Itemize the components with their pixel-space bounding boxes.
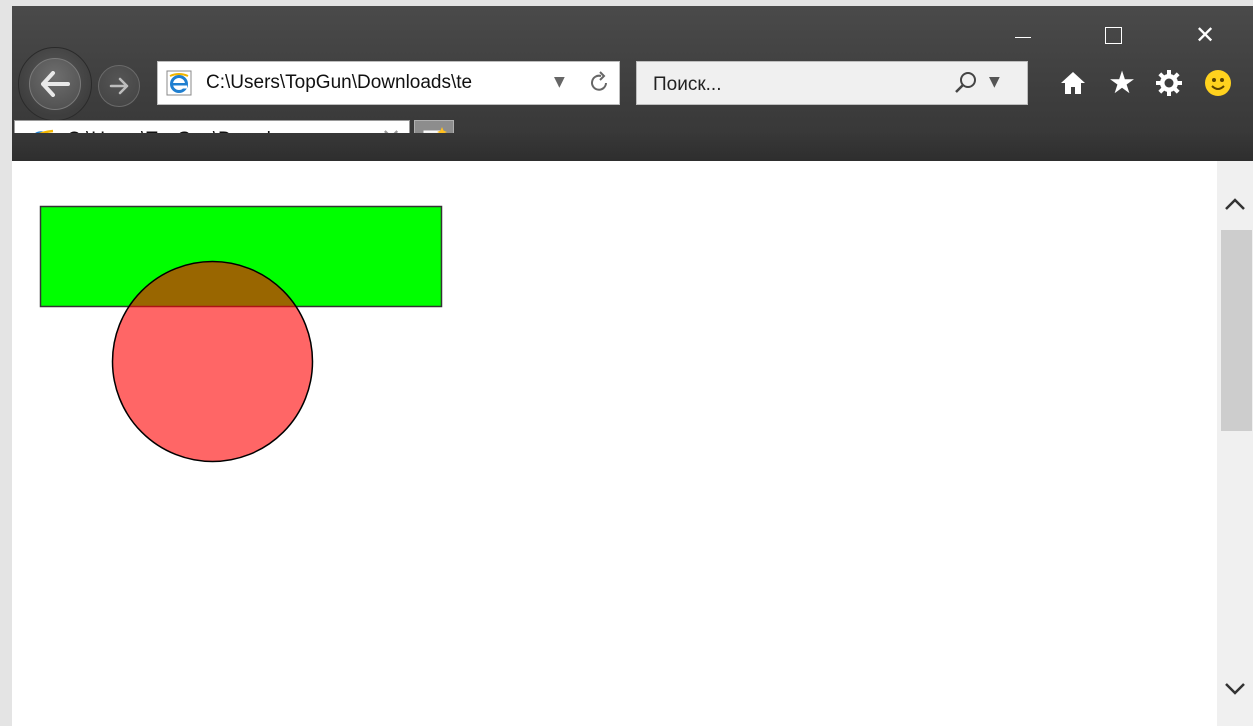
close-button[interactable]: ✕: [1182, 16, 1228, 54]
refresh-icon[interactable]: [589, 70, 611, 94]
search-input[interactable]: [651, 71, 935, 99]
home-icon[interactable]: [1056, 64, 1090, 102]
search-box[interactable]: ▼: [636, 61, 1028, 105]
search-icon[interactable]: [953, 70, 979, 96]
new-tab-icon: [423, 127, 447, 154]
back-button-inner: [29, 58, 81, 110]
vertical-scrollbar[interactable]: [1217, 161, 1253, 726]
red-circle: [111, 260, 314, 463]
maximize-button[interactable]: [1090, 16, 1136, 54]
tab-close-icon[interactable]: ✕: [381, 126, 401, 150]
page-content: [12, 161, 1217, 726]
scroll-up-button[interactable]: [1217, 189, 1253, 217]
chevron-down-icon[interactable]: ▼: [554, 74, 565, 90]
gear-icon-glyph: [1156, 70, 1182, 96]
maximize-icon: [1104, 26, 1122, 44]
browser-window: ✕ C:\Users\TopGun\Downloads\te ▼ Поиск..…: [12, 6, 1253, 726]
ie-logo-icon: [166, 70, 192, 96]
address-bar[interactable]: C:\Users\TopGun\Downloads\te ▼: [157, 61, 620, 105]
close-icon: ✕: [1194, 21, 1216, 49]
scroll-down-button[interactable]: [1217, 675, 1253, 703]
arrow-right-icon: [109, 77, 129, 95]
smiley-icon-glyph: [1205, 70, 1231, 96]
settings-gear-icon[interactable]: [1152, 64, 1186, 102]
chevron-down-icon: [1225, 683, 1245, 695]
chevron-down-icon[interactable]: ▼: [989, 74, 1000, 90]
new-tab-button[interactable]: [414, 120, 454, 160]
forward-button[interactable]: [98, 65, 140, 107]
back-button[interactable]: [18, 47, 92, 121]
title-bar: ✕ C:\Users\TopGun\Downloads\te ▼ Поиск..…: [12, 6, 1253, 161]
arrow-left-icon: [41, 71, 70, 97]
home-icon-glyph: [1061, 72, 1085, 94]
minimize-button[interactable]: [1000, 16, 1046, 54]
ie-logo-icon: [27, 129, 54, 153]
tab-label: C:\Users\TopGun\Downloa...: [67, 129, 308, 150]
tab-active[interactable]: C:\Users\TopGun\Downloa... ✕: [14, 120, 410, 160]
scroll-thumb[interactable]: [1221, 230, 1252, 431]
smiley-feedback-icon[interactable]: [1201, 64, 1235, 102]
favorites-star-icon[interactable]: ★: [1105, 64, 1139, 102]
address-url[interactable]: C:\Users\TopGun\Downloads\te: [206, 72, 536, 98]
minimize-icon: [1015, 36, 1031, 38]
content-canvas: [39, 205, 443, 463]
chevron-up-icon: [1225, 198, 1245, 210]
